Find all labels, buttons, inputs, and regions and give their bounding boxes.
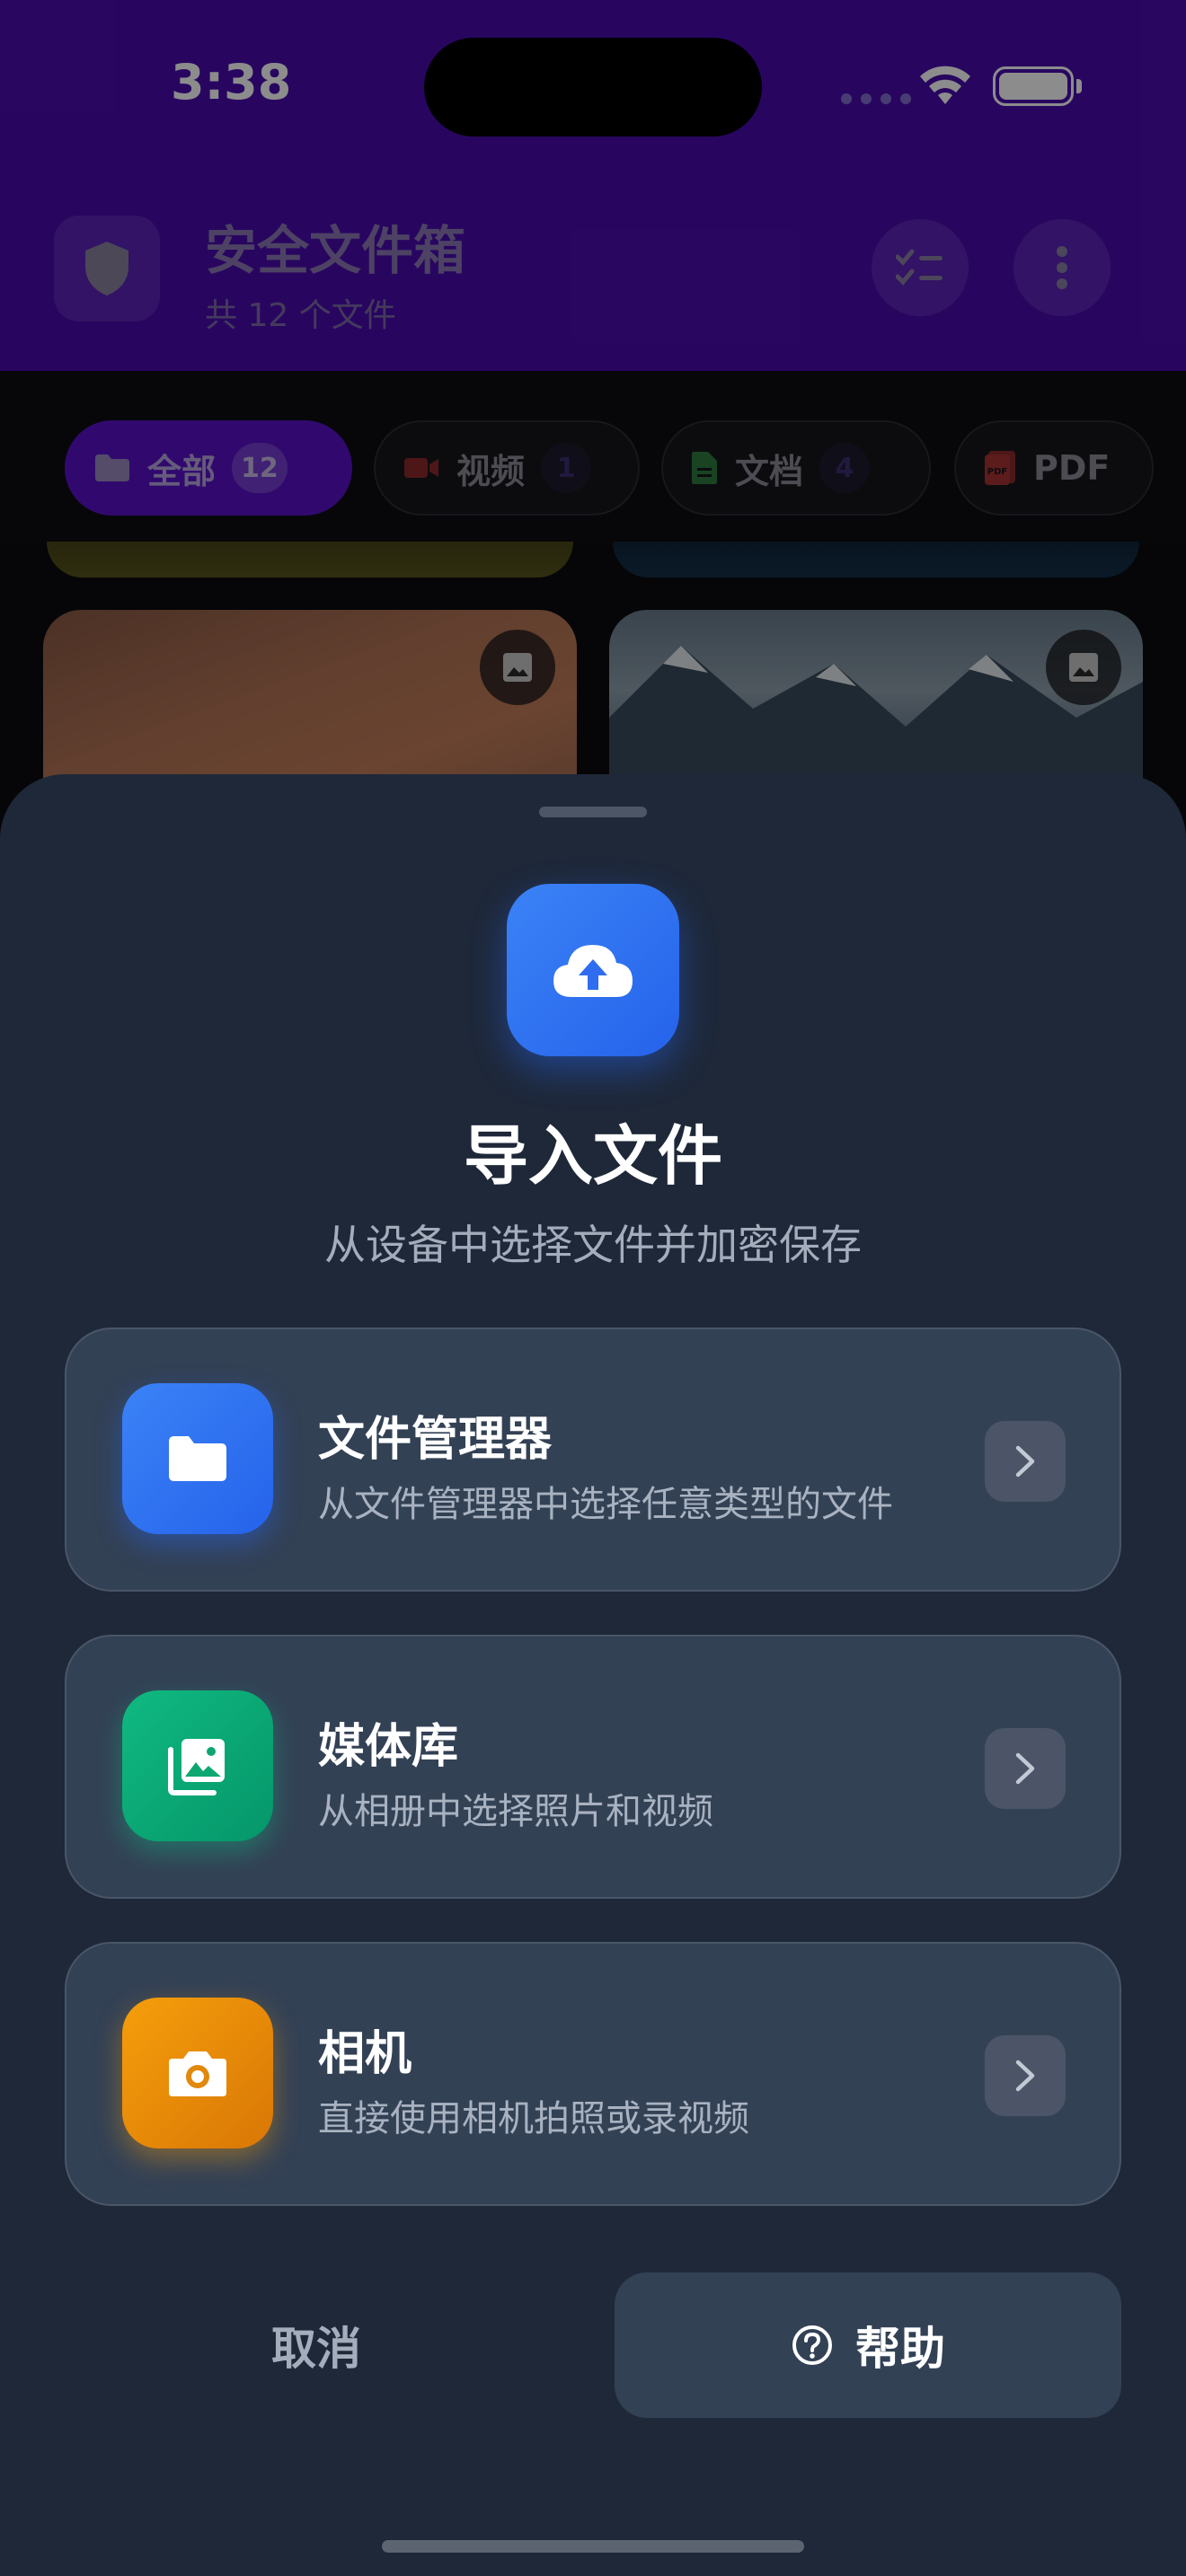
media-library-option[interactable]: 媒体库 从相册中选择照片和视频 (65, 1635, 1121, 1899)
option-title: 媒体库 (318, 1720, 459, 1774)
option-title: 相机 (318, 2027, 412, 2081)
chevron-right-icon (985, 1728, 1066, 1809)
option-title: 文件管理器 (318, 1413, 553, 1467)
sheet-title: 导入文件 (463, 1118, 722, 1194)
photo-library-icon (122, 1690, 273, 1841)
camera-option[interactable]: 相机 直接使用相机拍照或录视频 (65, 1942, 1121, 2206)
chevron-right-icon (985, 2035, 1066, 2116)
help-circle-icon (792, 2325, 832, 2365)
sheet-subtitle: 从设备中选择文件并加密保存 (324, 1221, 862, 1269)
sheet-drag-handle[interactable] (539, 807, 647, 817)
help-button[interactable]: 帮助 (615, 2272, 1121, 2418)
cancel-button[interactable]: 取消 (65, 2272, 568, 2418)
option-description: 从相册中选择照片和视频 (318, 1791, 713, 1832)
chevron-right-icon (985, 1421, 1066, 1502)
home-indicator (382, 2540, 804, 2553)
camera-icon (122, 1998, 273, 2148)
help-button-label: 帮助 (855, 2323, 945, 2375)
option-description: 从文件管理器中选择任意类型的文件 (318, 1484, 893, 1525)
option-description: 直接使用相机拍照或录视频 (318, 2098, 749, 2139)
cloud-upload-icon (507, 884, 679, 1056)
file-manager-option[interactable]: 文件管理器 从文件管理器中选择任意类型的文件 (65, 1328, 1121, 1592)
folder-icon (122, 1383, 273, 1534)
